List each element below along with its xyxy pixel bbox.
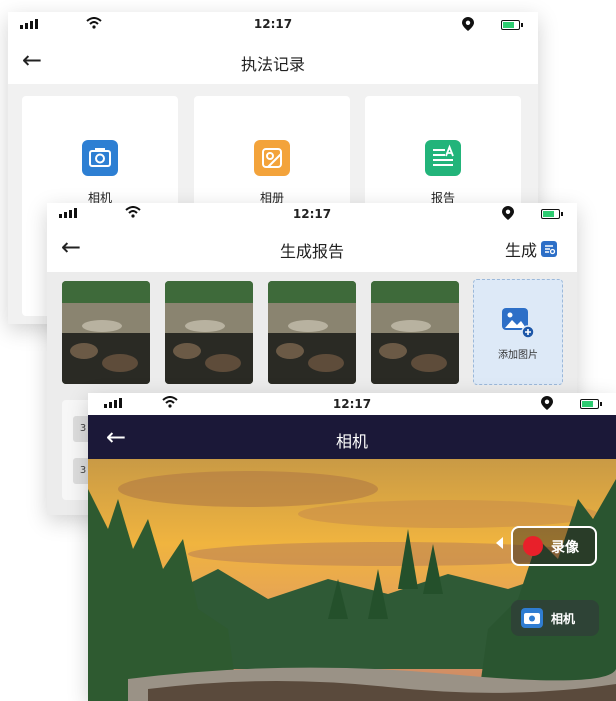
page-title: 执法记录: [240, 55, 305, 74]
nav-bar: ← 生成报告 生成: [47, 225, 577, 271]
status-time: 12:17: [253, 17, 293, 31]
page-title: 相机: [335, 432, 368, 451]
card1-header: 12:17 ← 执法记录: [8, 12, 538, 84]
add-photo-label: 添加图片: [498, 350, 538, 361]
photo-thumbnail[interactable]: [371, 281, 459, 384]
add-photo-button[interactable]: 添加图片: [473, 279, 563, 385]
record-label: 录像: [551, 540, 579, 556]
camera-icon: [82, 140, 118, 176]
photo-list: [62, 281, 459, 384]
status-bar: 12:17: [8, 12, 538, 38]
status-bar: 12:17: [47, 203, 577, 225]
report-icon: [425, 140, 461, 176]
nav-bar: ← 相机: [88, 415, 616, 459]
photo-thumbnail[interactable]: [62, 281, 150, 384]
battery-icon: [541, 209, 563, 219]
location-icon: [541, 396, 553, 410]
camera-icon: [521, 608, 543, 628]
page-title: 生成报告: [279, 242, 344, 261]
generate-icon: [541, 241, 557, 257]
record-arrow-icon: [496, 537, 503, 549]
album-icon: [254, 140, 290, 176]
status-bar: 12:17: [88, 393, 616, 415]
add-image-icon: [502, 308, 534, 338]
record-video-button[interactable]: 录像: [511, 526, 597, 566]
photo-thumbnail[interactable]: [268, 281, 356, 384]
photo-thumbnail[interactable]: [165, 281, 253, 384]
generate-label: 生成: [504, 241, 537, 260]
generate-button[interactable]: 生成: [505, 237, 557, 261]
battery-icon: [501, 20, 523, 30]
nav-bar: ← 执法记录: [8, 38, 538, 84]
location-icon: [502, 206, 514, 220]
take-photo-button[interactable]: 相机: [511, 600, 599, 636]
record-dot-icon: [523, 536, 543, 556]
camera-screen: 12:17 ← 相机 录像 相机: [88, 393, 616, 701]
card2-header: 12:17 ← 生成报告 生成: [47, 203, 577, 272]
battery-icon: [580, 399, 602, 409]
camera-label: 相机: [551, 612, 576, 626]
location-icon: [462, 17, 474, 31]
camera-viewfinder: [88, 459, 616, 701]
status-time: 12:17: [292, 207, 332, 221]
status-time: 12:17: [332, 397, 372, 411]
